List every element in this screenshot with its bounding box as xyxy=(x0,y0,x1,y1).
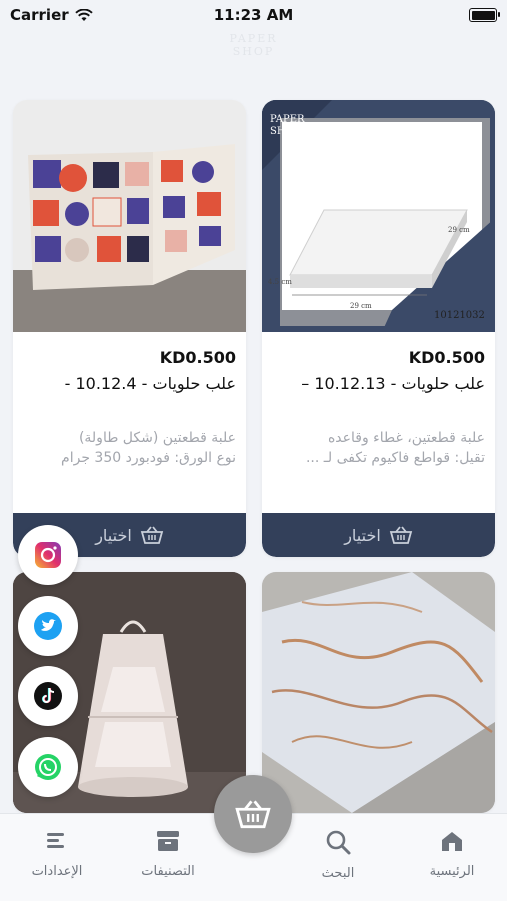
product-price: KD0.500 xyxy=(159,348,236,367)
tiktok-button[interactable] xyxy=(18,666,78,726)
product-card[interactable] xyxy=(262,572,495,813)
choose-label: اختيار xyxy=(95,525,132,545)
product-image[interactable]: PAPER SHOP 29 cm 29 cm 4.5 cm 10121032 xyxy=(262,100,495,332)
image-brand-top: PAPER xyxy=(270,114,305,125)
battery-icon xyxy=(469,8,500,22)
desc-line: نوع الورق: فودبورد 350 جرام xyxy=(61,450,236,466)
tab-label: التصنيفات xyxy=(141,864,195,879)
desc-line: علبة قطعتين (شكل طاولة) xyxy=(78,430,236,446)
tab-search[interactable]: البحث xyxy=(288,828,388,881)
tab-home[interactable]: الرئيسية xyxy=(402,828,502,879)
header-logo-watermark: PAPER SHOP xyxy=(229,32,278,58)
basket-icon xyxy=(140,526,163,544)
product-image[interactable] xyxy=(13,100,246,332)
product-price: KD0.500 xyxy=(408,348,485,367)
product-card[interactable]: PAPER SHOP 29 cm 29 cm 4.5 cm 10121032 K… xyxy=(262,100,495,557)
desc-line: تقيل: قواطع فاكيوم تكفى لـ ... xyxy=(305,450,485,466)
status-time: 11:23 AM xyxy=(213,6,294,24)
image-code: 10121032 xyxy=(434,310,485,321)
whatsapp-button[interactable] xyxy=(18,737,78,797)
product-photo-white-box: PAPER SHOP 29 cm 29 cm 4.5 cm 10121032 xyxy=(262,100,495,332)
product-photo-patterned-box xyxy=(13,100,246,332)
product-image[interactable] xyxy=(262,572,495,813)
tab-label: البحث xyxy=(321,866,355,881)
search-icon xyxy=(326,830,351,855)
product-photo-marble-box xyxy=(262,572,495,813)
tab-label: الرئيسية xyxy=(429,864,475,879)
image-dim-depth: 29 cm xyxy=(448,226,470,234)
wifi-icon xyxy=(74,8,93,21)
product-title: علب حلويات - 10.12.13 – xyxy=(301,374,485,393)
basket-icon xyxy=(389,526,412,544)
tab-settings[interactable]: الإعدادات xyxy=(7,828,107,879)
instagram-button[interactable] xyxy=(18,525,78,585)
basket-icon xyxy=(235,800,271,829)
categories-icon xyxy=(157,831,179,851)
image-dim-height: 4.5 cm xyxy=(268,278,292,286)
desc-line: علبة قطعتين، غطاء وقاعده xyxy=(327,430,485,446)
carrier-label: Carrier xyxy=(10,6,69,24)
instagram-icon xyxy=(35,542,61,568)
choose-button[interactable]: اختيار xyxy=(262,513,495,557)
tab-label: الإعدادات xyxy=(31,864,83,879)
settings-icon xyxy=(47,833,64,848)
cart-fab-button[interactable] xyxy=(214,775,292,853)
product-card[interactable]: KD0.500 علب حلويات - 10.12.4 - علبة قطعت… xyxy=(13,100,246,557)
status-bar: Carrier 11:23 AM xyxy=(0,0,507,30)
twitter-button[interactable] xyxy=(18,596,78,656)
choose-label: اختيار xyxy=(344,525,381,545)
twitter-icon xyxy=(34,612,62,640)
product-title: علب حلويات - 10.12.4 - xyxy=(64,374,236,393)
home-icon xyxy=(442,832,462,851)
status-left: Carrier xyxy=(10,6,93,24)
whatsapp-icon xyxy=(35,754,61,780)
image-dim-width: 29 cm xyxy=(350,302,372,310)
tab-categories[interactable]: التصنيفات xyxy=(118,828,218,879)
product-description: علبة قطعتين، غطاء وقاعده تقيل: قواطع فاك… xyxy=(275,428,485,468)
product-description: علبة قطعتين (شكل طاولة) نوع الورق: فودبو… xyxy=(26,428,236,468)
image-brand-bottom: SHOP xyxy=(270,126,301,137)
tiktok-icon xyxy=(34,682,62,710)
